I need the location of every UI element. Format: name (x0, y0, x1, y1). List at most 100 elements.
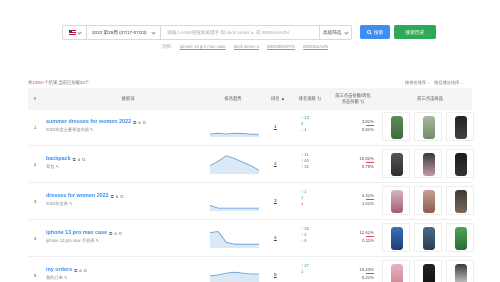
product-thumbnail-dress-floral[interactable] (414, 112, 442, 141)
rank-value[interactable]: 5 (274, 273, 277, 278)
rank-value[interactable]: 1 (274, 125, 277, 130)
top-products (382, 149, 474, 178)
amazon-icon[interactable]: a (116, 194, 118, 199)
edit-icon[interactable]: ✎ (69, 201, 73, 206)
summary-middle: 个结果,当前已加载 (44, 80, 80, 85)
rank-change: ↑ 26 ↑ 2 ↓ 5 (301, 226, 309, 244)
rank-value[interactable]: 4 (274, 236, 277, 241)
click-share: 12.61% 0.11% (346, 229, 374, 244)
click-share: 15.92% 0.75% (346, 155, 374, 170)
week-range-select[interactable]: 2022 第29周 (07/17-07/23) (86, 25, 160, 40)
search-history-button[interactable]: 搜索历史 (394, 25, 436, 39)
product-thumbnail-jar-cream[interactable] (446, 260, 474, 282)
click-share-value: 12.61% (359, 230, 374, 235)
keyword-link[interactable]: dresses for women 2022 ⧉ a G (46, 193, 124, 199)
rank-trend-sparkline (210, 152, 259, 174)
rank-trend-sparkline (210, 263, 259, 282)
edit-icon[interactable]: ✎ (90, 127, 94, 132)
product-thumbnail-bra-black[interactable] (414, 260, 442, 282)
keyword-link[interactable]: backpack ⧉ a G (46, 156, 86, 162)
amazon-icon[interactable]: a (79, 268, 81, 273)
header-keyword: 搜索词 (121, 96, 135, 102)
edit-icon[interactable]: ✎ (96, 238, 100, 243)
product-thumbnail-case-navy[interactable] (414, 223, 442, 252)
rank-change-a: 1 (301, 269, 304, 275)
example-keywords: 示例: iphone 13 pro max case dock series a… (162, 44, 328, 50)
rank-change: ↑ 27 1 (301, 263, 309, 275)
summary-suffix: 个 (84, 80, 90, 85)
google-icon[interactable]: G (82, 157, 85, 162)
table-row: 5 my orders ⧉ a G 我的订单 ✎ 5 ↑ 27 1 10.23%… (28, 258, 474, 282)
product-thumbnail-dress-black[interactable] (446, 112, 474, 141)
keyword-translation: 2022年女士夏季连衣裙 ✎ (46, 127, 94, 133)
google-icon[interactable]: G (84, 268, 87, 273)
search-button[interactable]: 搜索 (360, 25, 390, 39)
us-flag-icon (68, 30, 76, 35)
edit-icon[interactable]: ✎ (56, 164, 60, 169)
example-link[interactable]: dock series a (234, 44, 259, 50)
product-thumbnail-dress-green[interactable] (382, 112, 410, 141)
rank-change-b: ↑ 31 (301, 164, 309, 170)
copy-icon[interactable]: ⧉ (73, 157, 76, 162)
advanced-filter-select[interactable]: 高级筛选 (319, 25, 352, 40)
product-thumbnail-case-blue[interactable] (382, 223, 410, 252)
amazon-icon[interactable]: a (78, 157, 80, 162)
sort-by-rank-link[interactable]: 按排名排序→ (405, 80, 430, 86)
amazon-icon[interactable]: a (138, 120, 140, 125)
header-index: # (33, 96, 37, 102)
translation-text: 2022年女士夏季连衣裙 (46, 127, 89, 132)
header-rank[interactable]: 排名 ▲ (266, 88, 290, 110)
google-icon[interactable]: G (143, 120, 146, 125)
example-link[interactable]: iphone 13 pro max case (180, 44, 226, 50)
search-icon (366, 29, 372, 35)
click-share: 4.41% 1.01% (346, 192, 374, 207)
keyword-search-input[interactable]: 请输入ASIN或搜索关键字 如:dock series a, 或 B0B5UHA… (160, 25, 319, 40)
top-products (382, 223, 474, 252)
header-rank-change[interactable]: 排名涨跌 ⇅ (294, 88, 326, 110)
google-icon[interactable]: G (119, 231, 122, 236)
keyword-text: backpack (46, 156, 71, 162)
rank-value[interactable]: 2 (274, 162, 277, 167)
translation-text: 背包 (46, 164, 55, 169)
keyword-placeholder: 请输入ASIN或搜索关键字 如:dock series a, 或 B0B5UHA… (167, 29, 289, 35)
product-thumbnail-case-green[interactable] (446, 223, 474, 252)
product-thumbnail-dress-floral-2[interactable] (382, 186, 410, 215)
examples-prefix: 示例: (162, 44, 172, 49)
product-thumbnail-backpack-pink[interactable] (414, 149, 442, 178)
click-share-value: 4.41% (361, 193, 374, 198)
rank-change-b: ↓ 1 (301, 127, 307, 133)
copy-icon[interactable]: ⧉ (74, 268, 77, 273)
rank-trend-sparkline (210, 226, 259, 248)
row-index: 1 (34, 125, 37, 130)
keyword-text: dresses for women 2022 (46, 193, 109, 199)
market-select[interactable] (62, 25, 86, 40)
keyword-link[interactable]: summer dresses for women 2022 ⧉ a G (46, 119, 146, 125)
results-count: 1000+ (32, 80, 45, 85)
rank-value[interactable]: 3 (274, 199, 277, 204)
table-row: 3 dresses for women 2022 ⧉ a G 2022年女装 ✎… (28, 184, 474, 220)
product-thumbnail-backpack-gray[interactable] (382, 149, 410, 178)
product-thumbnail-bra-pink[interactable] (382, 260, 410, 282)
google-icon[interactable]: G (120, 194, 123, 199)
example-link[interactable]: B08GB4AZN (303, 44, 328, 50)
example-link[interactable]: B08G8MSR7K (267, 44, 295, 50)
sort-by-growth-link[interactable]: 按月增长排序→ (434, 80, 463, 86)
keyword-link[interactable]: iphone 13 pro max case ⧉ a G (46, 230, 122, 236)
click-share: 10.23% 0.21% (346, 266, 374, 281)
copy-icon[interactable]: ⧉ (133, 120, 136, 125)
amazon-icon[interactable]: a (114, 231, 116, 236)
keyword-translation: 背包 ✎ (46, 164, 59, 170)
header-click-share[interactable]: 前三点击份额/转化 点击份额 ⇅ (333, 88, 373, 110)
click-share-value: 10.23% (359, 267, 374, 272)
product-thumbnail-dress-blue[interactable] (414, 186, 442, 215)
product-thumbnail-dress-tan[interactable] (446, 186, 474, 215)
conversion-value: 0.75% (361, 163, 374, 169)
click-share-value: 3.81% (361, 119, 374, 124)
advanced-filter-label: 高级筛选 (323, 29, 342, 35)
edit-icon[interactable]: ✎ (64, 275, 68, 280)
copy-icon[interactable]: ⧉ (111, 194, 114, 199)
copy-icon[interactable]: ⧉ (109, 231, 112, 236)
rank-change: ↑ 11 ↑ 40 ↑ 31 (301, 152, 309, 170)
keyword-link[interactable]: my orders ⧉ a G (46, 267, 87, 273)
product-thumbnail-backpack-black[interactable] (446, 149, 474, 178)
